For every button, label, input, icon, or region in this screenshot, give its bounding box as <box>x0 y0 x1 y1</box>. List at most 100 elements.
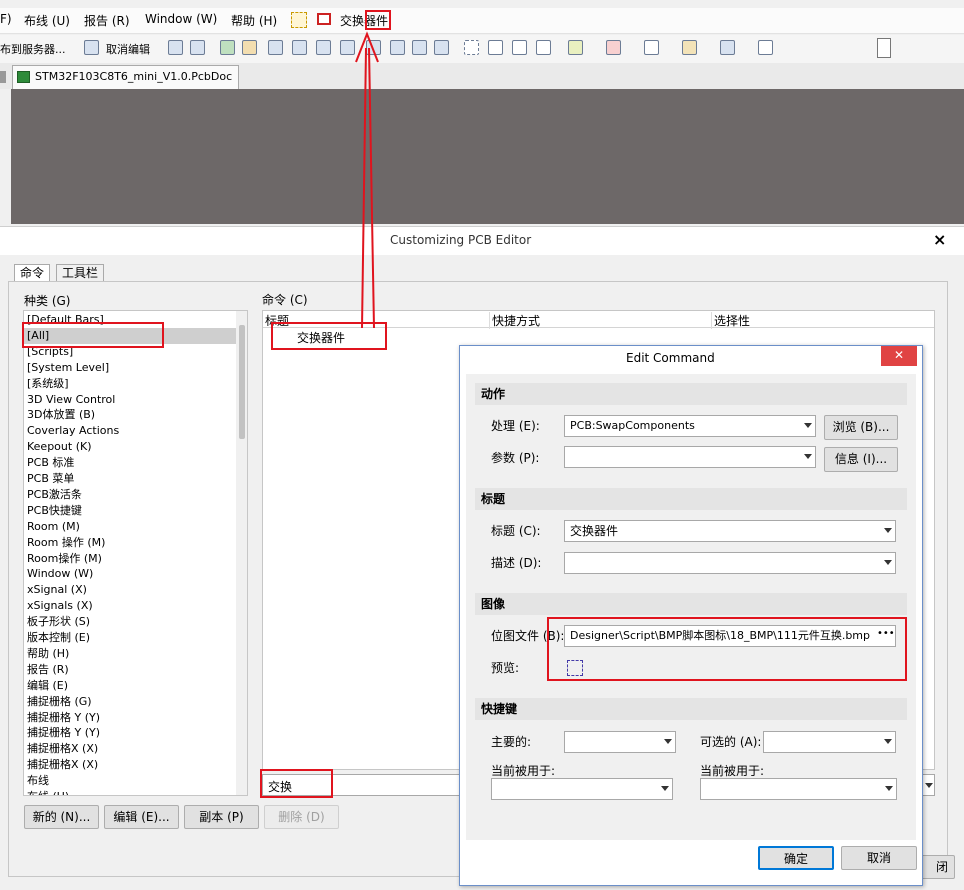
customize-close-icon[interactable]: × <box>933 230 946 249</box>
ok-button[interactable]: 确定 <box>758 846 834 870</box>
category-item[interactable]: 版本控制 (E) <box>27 630 90 646</box>
browse-button[interactable]: 浏览 (B)... <box>824 415 898 440</box>
chevron-down-icon <box>884 560 892 565</box>
category-item[interactable]: 3D体放置 (B) <box>27 407 95 423</box>
section-shortcut: 快捷键 <box>475 698 907 720</box>
used-by-label-1: 当前被用于: <box>491 764 556 778</box>
category-item[interactable]: 捕捉栅格 Y (Y) <box>27 710 100 726</box>
categories-list[interactable]: [Default Bars] [All] [Scripts] [System Leve… <box>23 310 248 796</box>
open-folder-icon[interactable] <box>242 40 257 55</box>
category-item[interactable]: PCB激活条 <box>27 487 82 503</box>
category-item[interactable]: Window (W) <box>27 566 93 582</box>
room-icon[interactable] <box>644 40 659 55</box>
tab-toolbars[interactable]: 工具栏 <box>56 264 104 281</box>
document-tab-label: STM32F103C8T6_mini_V1.0.PcbDoc <box>35 70 233 83</box>
dimension-icon[interactable] <box>682 40 697 55</box>
category-item[interactable]: 捕捉栅格 (G) <box>27 694 92 710</box>
menu-item-file-partial[interactable]: F) <box>0 12 12 26</box>
caption-combo[interactable]: 交换器件 <box>564 520 896 542</box>
edit-command-dialog: Edit Command ✕ 动作 处理 (E): PCB:SwapCompon… <box>459 345 923 886</box>
document-tab[interactable]: STM32F103C8T6_mini_V1.0.PcbDoc <box>12 65 240 89</box>
column-shortcut[interactable]: 快捷方式 <box>489 312 540 329</box>
tab-commands[interactable]: 命令 <box>14 264 50 282</box>
pcb-workspace[interactable] <box>11 89 964 224</box>
toolbar: 布到服务器... 取消编辑 <box>0 35 964 63</box>
edit-icon[interactable] <box>84 40 99 55</box>
category-item[interactable]: 编辑 (E) <box>27 678 68 694</box>
info-button[interactable]: 信息 (I)... <box>824 447 898 472</box>
room-place-icon[interactable] <box>720 40 735 55</box>
section-action: 动作 <box>475 383 907 405</box>
category-item[interactable]: 板子形状 (S) <box>27 614 90 630</box>
grid-icon[interactable] <box>758 40 773 55</box>
chevron-down-icon <box>661 786 669 791</box>
category-item[interactable]: 捕捉栅格 Y (Y) <box>27 725 100 741</box>
zoom-select-icon[interactable] <box>316 40 331 55</box>
select-area-icon[interactable] <box>464 40 479 55</box>
category-item[interactable]: Room (M) <box>27 519 80 535</box>
board-icon[interactable] <box>220 40 235 55</box>
menu-item-window[interactable]: Window (W) <box>145 12 217 26</box>
used-by-combo-1[interactable] <box>491 778 673 800</box>
copy-icon[interactable] <box>390 40 405 55</box>
category-item[interactable]: 布线 (U) <box>27 789 69 795</box>
toolbar-overflow-dropdown[interactable] <box>877 38 891 58</box>
new-command-button[interactable]: 新的 (N)... <box>24 805 99 829</box>
column-selectable[interactable]: 选择性 <box>711 312 750 329</box>
chevron-down-icon <box>804 454 812 459</box>
cancel-button[interactable]: 取消 <box>841 846 917 870</box>
menu-item-help[interactable]: 帮助 (H) <box>231 12 277 29</box>
highlight-search-input <box>260 769 333 798</box>
print-icon[interactable] <box>168 40 183 55</box>
undo-edit-button[interactable]: 取消编辑 <box>106 41 150 57</box>
category-item[interactable]: xSignals (X) <box>27 598 93 614</box>
scrollbar-thumb[interactable] <box>239 325 245 439</box>
move-icon[interactable] <box>488 40 503 55</box>
section-image: 图像 <box>475 593 907 615</box>
script-icon[interactable] <box>291 12 307 28</box>
clear-filter-icon[interactable] <box>536 40 551 55</box>
deselect-icon[interactable] <box>512 40 527 55</box>
print-preview-icon[interactable] <box>190 40 205 55</box>
align-icon[interactable] <box>606 40 621 55</box>
category-item[interactable]: [System Level] <box>27 360 109 376</box>
categories-label: 种类 (G) <box>24 294 71 308</box>
zoom-fit-icon[interactable] <box>268 40 283 55</box>
process-combo[interactable]: PCB:SwapComponents <box>564 415 816 437</box>
category-item[interactable]: Keepout (K) <box>27 439 92 455</box>
alternate-shortcut-combo[interactable] <box>763 731 896 753</box>
zoom-area-icon[interactable] <box>292 40 307 55</box>
paste-icon[interactable] <box>412 40 427 55</box>
category-item[interactable]: 捕捉栅格X (X) <box>27 757 98 773</box>
category-item[interactable]: 布线 <box>27 773 49 789</box>
category-item[interactable]: PCB快捷键 <box>27 503 82 519</box>
category-item[interactable]: 3D View Control <box>27 392 115 408</box>
category-item[interactable]: Coverlay Actions <box>27 423 119 439</box>
publish-to-server-button[interactable]: 布到服务器... <box>0 41 66 57</box>
params-combo[interactable] <box>564 446 816 468</box>
category-item[interactable]: 帮助 (H) <box>27 646 69 662</box>
category-item[interactable]: Room操作 (M) <box>27 551 102 567</box>
category-item[interactable]: 捕捉栅格X (X) <box>27 741 98 757</box>
place-utilities-icon[interactable] <box>568 40 583 55</box>
edit-command-close-icon[interactable]: ✕ <box>881 346 917 366</box>
description-combo[interactable] <box>564 552 896 574</box>
delete-command-button[interactable]: 删除 (D) <box>264 805 339 829</box>
category-item[interactable]: 报告 (R) <box>27 662 69 678</box>
used-by-combo-2[interactable] <box>700 778 897 800</box>
category-item[interactable]: PCB 菜单 <box>27 471 74 487</box>
edit-command-button[interactable]: 编辑 (E)... <box>104 805 179 829</box>
category-item[interactable]: [系统级] <box>27 376 69 392</box>
menu-item-route[interactable]: 布线 (U) <box>24 12 70 29</box>
category-item[interactable]: PCB 标准 <box>27 455 74 471</box>
copy-command-button[interactable]: 副本 (P) <box>184 805 259 829</box>
menu-item-reports[interactable]: 报告 (R) <box>84 12 130 29</box>
rubber-stamp-icon[interactable] <box>434 40 449 55</box>
panel-grip-icon <box>0 71 6 83</box>
category-item[interactable]: xSignal (X) <box>27 582 87 598</box>
swap-icon[interactable] <box>317 13 331 25</box>
categories-scrollbar[interactable] <box>236 311 247 795</box>
category-item[interactable]: Room 操作 (M) <box>27 535 105 551</box>
customize-titlebar: Customizing PCB Editor × <box>0 227 964 255</box>
primary-shortcut-combo[interactable] <box>564 731 676 753</box>
